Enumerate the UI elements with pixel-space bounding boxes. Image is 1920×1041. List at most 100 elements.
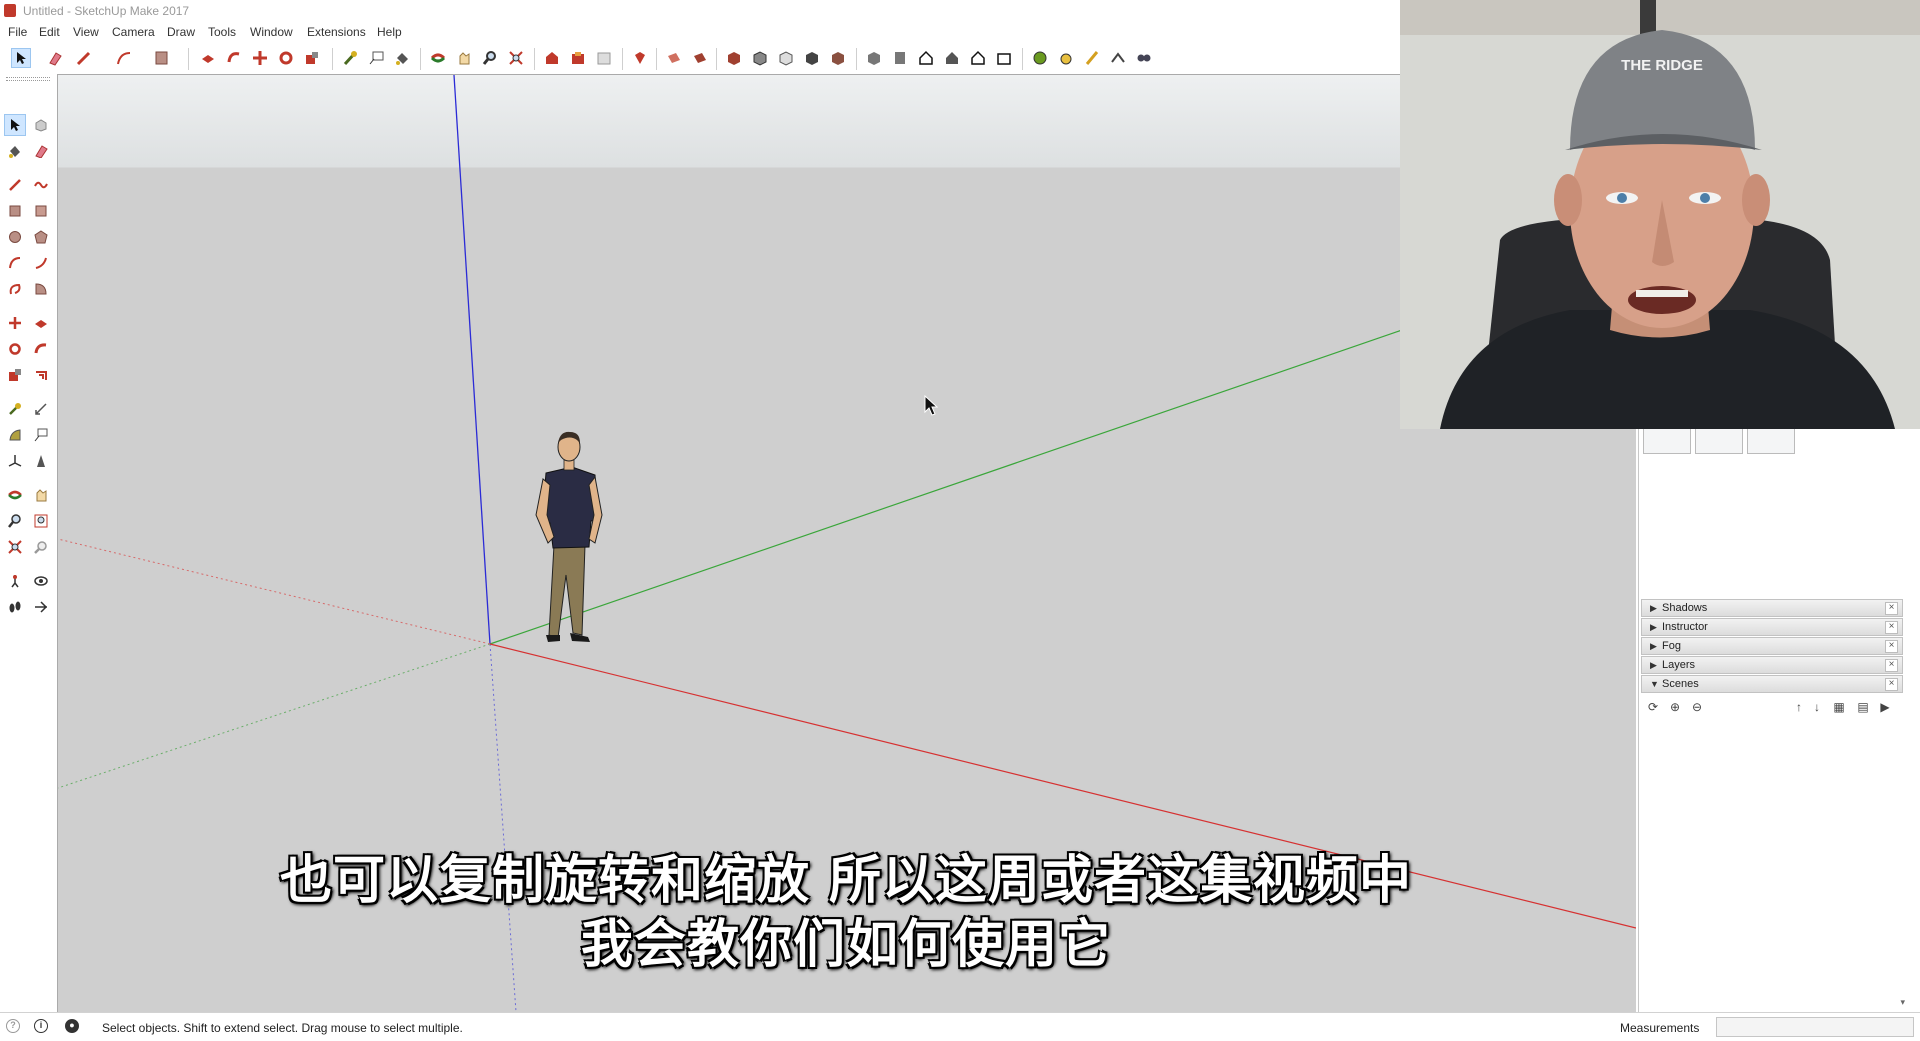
menu-window[interactable]: Window bbox=[250, 25, 293, 39]
details-menu-icon[interactable]: ▶ bbox=[1877, 699, 1893, 715]
expand-arrow-icon[interactable]: ▶ bbox=[1650, 622, 1657, 633]
remove-scene-icon[interactable]: ⊖ bbox=[1689, 699, 1705, 715]
scroll-down-icon[interactable]: ▾ bbox=[1900, 997, 1905, 1008]
rotate-icon[interactable] bbox=[4, 338, 26, 360]
menu-tools[interactable]: Tools bbox=[208, 25, 236, 39]
paint-bucket-icon[interactable] bbox=[392, 48, 412, 68]
iso-view-icon[interactable] bbox=[864, 48, 884, 68]
close-icon[interactable]: × bbox=[1885, 659, 1898, 672]
rotated-rectangle-icon[interactable] bbox=[30, 200, 52, 222]
arc-icon[interactable] bbox=[4, 252, 26, 274]
previous-view-icon[interactable] bbox=[30, 536, 52, 558]
xray-icon[interactable] bbox=[724, 48, 744, 68]
eraser-icon[interactable] bbox=[30, 140, 52, 162]
follow-me-icon[interactable] bbox=[224, 48, 244, 68]
move-icon[interactable] bbox=[4, 312, 26, 334]
two-point-arc-icon[interactable] bbox=[30, 252, 52, 274]
menu-help[interactable]: Help bbox=[377, 25, 402, 39]
paint-bucket-icon[interactable] bbox=[4, 140, 26, 162]
back-view-icon[interactable] bbox=[968, 48, 988, 68]
axes-icon[interactable] bbox=[4, 450, 26, 472]
rectangle-icon[interactable] bbox=[4, 200, 26, 222]
rotate-icon[interactable] bbox=[276, 48, 296, 68]
panel-layers[interactable]: ▶ Layers × bbox=[1641, 656, 1903, 674]
move-scene-up-icon[interactable]: ↑ bbox=[1791, 699, 1807, 715]
add-scene-icon[interactable]: ⊕ bbox=[1667, 699, 1683, 715]
extension-warehouse-icon[interactable] bbox=[568, 48, 588, 68]
offset-icon[interactable] bbox=[30, 364, 52, 386]
circle-icon[interactable] bbox=[4, 226, 26, 248]
pie-icon[interactable] bbox=[30, 278, 52, 300]
tape-measure-icon[interactable] bbox=[4, 398, 26, 420]
zoom-window-icon[interactable] bbox=[30, 510, 52, 532]
front-view-icon[interactable] bbox=[916, 48, 936, 68]
follow-me-icon[interactable] bbox=[30, 338, 52, 360]
text-icon[interactable] bbox=[30, 424, 52, 446]
freehand-icon[interactable] bbox=[30, 174, 52, 196]
view-options-icon[interactable]: ▦ bbox=[1831, 699, 1847, 715]
ruby-icon[interactable] bbox=[630, 48, 650, 68]
zoom-icon[interactable] bbox=[4, 510, 26, 532]
line-icon[interactable] bbox=[4, 174, 26, 196]
arc-icon[interactable] bbox=[114, 48, 134, 68]
section-display-icon[interactable] bbox=[690, 48, 710, 68]
zoom-icon[interactable] bbox=[480, 48, 500, 68]
panel-scenes[interactable]: ▼ Scenes × bbox=[1641, 675, 1903, 693]
3d-text-icon[interactable] bbox=[30, 450, 52, 472]
select-icon[interactable] bbox=[4, 114, 26, 136]
section-plane-icon[interactable] bbox=[664, 48, 684, 68]
orbit-icon[interactable] bbox=[428, 48, 448, 68]
expand-arrow-icon[interactable]: ▶ bbox=[1650, 603, 1657, 614]
scale-icon[interactable] bbox=[302, 48, 322, 68]
menu-extensions[interactable]: Extensions bbox=[307, 25, 366, 39]
section-plane-icon[interactable] bbox=[30, 596, 52, 618]
wireframe-icon[interactable] bbox=[750, 48, 770, 68]
update-scene-icon[interactable]: ⟳ bbox=[1645, 699, 1661, 715]
close-icon[interactable]: × bbox=[1885, 640, 1898, 653]
push-pull-icon[interactable] bbox=[198, 48, 218, 68]
pan-icon[interactable] bbox=[30, 484, 52, 506]
eraser-icon[interactable] bbox=[45, 48, 65, 68]
right-view-icon[interactable] bbox=[942, 48, 962, 68]
position-camera-icon[interactable] bbox=[4, 570, 26, 592]
sandbox-icon[interactable] bbox=[1108, 48, 1128, 68]
zoom-extents-icon[interactable] bbox=[506, 48, 526, 68]
walk-icon[interactable] bbox=[4, 596, 26, 618]
collapse-arrow-icon[interactable]: ▼ bbox=[1650, 679, 1659, 689]
panel-shadows[interactable]: ▶ Shadows × bbox=[1641, 599, 1903, 617]
protractor-icon[interactable] bbox=[4, 424, 26, 446]
push-pull-icon[interactable] bbox=[30, 312, 52, 334]
zoom-extents-icon[interactable] bbox=[4, 536, 26, 558]
polygon-icon[interactable] bbox=[30, 226, 52, 248]
move-scene-down-icon[interactable]: ↓ bbox=[1809, 699, 1825, 715]
shaded-textures-icon[interactable] bbox=[828, 48, 848, 68]
dimension-icon[interactable] bbox=[30, 398, 52, 420]
menu-draw[interactable]: Draw bbox=[167, 25, 195, 39]
look-around-icon[interactable] bbox=[1082, 48, 1102, 68]
position-camera-icon[interactable] bbox=[1030, 48, 1050, 68]
geolocation-icon[interactable]: ? bbox=[6, 1019, 20, 1033]
orbit-icon[interactable] bbox=[4, 484, 26, 506]
shape-icon[interactable] bbox=[152, 48, 172, 68]
close-icon[interactable]: × bbox=[1885, 602, 1898, 615]
measurements-input[interactable] bbox=[1716, 1017, 1914, 1037]
top-view-icon[interactable] bbox=[890, 48, 910, 68]
solar-north-icon[interactable] bbox=[1134, 48, 1154, 68]
expand-arrow-icon[interactable]: ▶ bbox=[1650, 660, 1657, 671]
text-icon[interactable] bbox=[366, 48, 386, 68]
scale-icon[interactable] bbox=[4, 364, 26, 386]
left-view-icon[interactable] bbox=[994, 48, 1014, 68]
hidden-line-icon[interactable] bbox=[776, 48, 796, 68]
panel-instructor[interactable]: ▶ Instructor × bbox=[1641, 618, 1903, 636]
walk-icon[interactable] bbox=[1056, 48, 1076, 68]
panel-fog[interactable]: ▶ Fog × bbox=[1641, 637, 1903, 655]
pan-icon[interactable] bbox=[454, 48, 474, 68]
menu-file[interactable]: File bbox=[8, 25, 27, 39]
menu-edit[interactable]: Edit bbox=[39, 25, 60, 39]
warehouse-icon[interactable] bbox=[542, 48, 562, 68]
close-icon[interactable]: × bbox=[1885, 621, 1898, 634]
close-icon[interactable]: × bbox=[1885, 678, 1898, 691]
credits-icon[interactable]: i bbox=[34, 1019, 48, 1033]
menu-camera[interactable]: Camera bbox=[112, 25, 155, 39]
scale-figure-person[interactable] bbox=[535, 431, 603, 642]
